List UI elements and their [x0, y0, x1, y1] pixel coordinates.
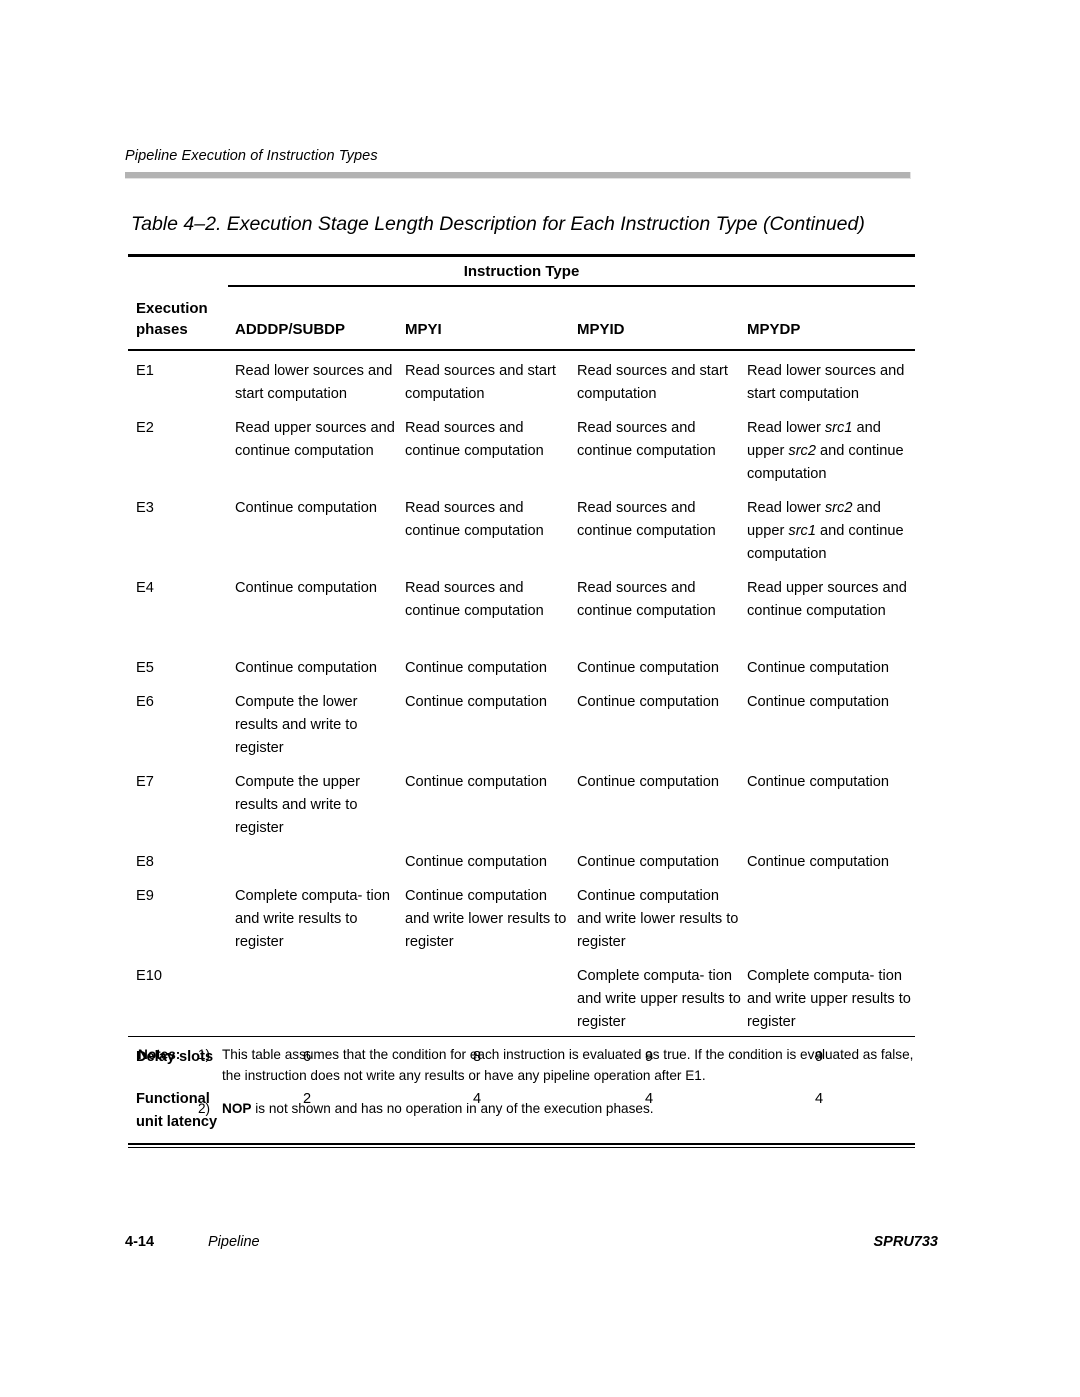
footer-section-title: Pipeline	[208, 1234, 260, 1250]
column-header-phases-line1: Execution	[136, 300, 208, 317]
note-marker: 2)	[198, 1101, 211, 1116]
cell-mpydp: Continue computation	[747, 854, 889, 870]
note-text: This table assumes that the condition fo…	[222, 1047, 914, 1083]
cell-adddp-subdp: Continue computation	[235, 660, 377, 676]
table-notes: Notes: 1) This table assumes that the co…	[128, 1044, 928, 1119]
cell-mpyid: Read sources and continue computation	[577, 580, 716, 620]
cell-phase: E8	[136, 854, 154, 870]
cell-adddp-subdp: Continue computation	[235, 500, 377, 516]
cell-mpyid: Complete computa- tion and write upper r…	[577, 968, 741, 1031]
cell-phase: E6	[136, 694, 154, 710]
table-row: E1 Read lower sources and start computat…	[128, 351, 915, 408]
column-header-phases: Execution phases	[136, 298, 232, 340]
note-item: 1) This table assumes that the condition…	[198, 1044, 928, 1086]
table-row: E6 Compute the lower results and write t…	[128, 682, 915, 762]
cell-mpyid: Continue computation	[577, 694, 719, 710]
cell-adddp-subdp: Read upper sources and continue computat…	[235, 420, 395, 460]
cell-mpyi: Continue computation	[405, 694, 547, 710]
cell-mpydp: Complete computa- tion and write upper r…	[747, 968, 911, 1031]
table-caption: Table 4–2. Execution Stage Length Descri…	[131, 213, 865, 235]
cell-mpydp: Continue computation	[747, 660, 889, 676]
cell-mpyid: Continue computation	[577, 854, 719, 870]
cell-adddp-subdp: Complete computa- tion and write results…	[235, 888, 390, 951]
running-head-divider	[125, 172, 911, 179]
cell-mpydp: Read lower src2 and upper src1 and conti…	[747, 500, 904, 563]
column-header-adddp-subdp: ADDDP/SUBDP	[235, 321, 346, 338]
cell-mpyi: Continue computation	[405, 660, 547, 676]
table-row: E7 Compute the upper results and write t…	[128, 762, 915, 842]
table-column-header: Execution phases ADDDP/SUBDP MPYI MPYID …	[128, 291, 915, 349]
table-row: E8 Continue computation Continue computa…	[128, 842, 915, 876]
cell-phase: E9	[136, 888, 154, 904]
cell-phase: E4	[136, 580, 154, 596]
cell-adddp-subdp: Compute the lower results and write to r…	[235, 694, 358, 757]
cell-mpyi: Read sources and start computation	[405, 363, 556, 403]
page-number: 4-14	[125, 1234, 155, 1250]
cell-mpydp: Continue computation	[747, 694, 889, 710]
table-row: E10 Complete computa- tion and write upp…	[128, 956, 915, 1036]
cell-phase: E5	[136, 660, 154, 676]
table-span-header: Instruction Type	[128, 257, 915, 291]
instruction-type-rule	[228, 285, 915, 287]
cell-mpyid: Continue computation	[577, 660, 719, 676]
cell-mpyi: Continue computation and write lower res…	[405, 888, 567, 951]
cell-phase: E1	[136, 363, 154, 379]
cell-mpyid: Continue computation	[577, 774, 719, 790]
table-bottom-rule-thin	[128, 1147, 915, 1148]
cell-mpyid: Read sources and continue computation	[577, 420, 716, 460]
running-head: Pipeline Execution of Instruction Types	[125, 148, 378, 164]
cell-mpyi: Read sources and continue computation	[405, 500, 544, 540]
cell-adddp-subdp: Read lower sources and start computation	[235, 363, 393, 403]
cell-phase: E2	[136, 420, 154, 436]
table-row: E9 Complete computa- tion and write resu…	[128, 876, 915, 956]
column-header-mpyid: MPYID	[577, 321, 625, 338]
cell-mpyi: Continue computation	[405, 774, 547, 790]
footer-document-id: SPRU733	[873, 1234, 938, 1250]
cell-mpyi: Read sources and continue computation	[405, 580, 544, 620]
table-row: E2 Read upper sources and continue compu…	[128, 408, 915, 488]
table-row: E5 Continue computation Continue computa…	[128, 648, 915, 682]
cell-phase: E7	[136, 774, 154, 790]
cell-mpyi: Continue computation	[405, 854, 547, 870]
cell-mpydp: Read lower src1 and upper src2 and conti…	[747, 420, 904, 483]
cell-adddp-subdp: Continue computation	[235, 580, 377, 596]
cell-mpydp: Read lower sources and start computation	[747, 363, 905, 403]
instruction-type-label: Instruction Type	[463, 263, 580, 280]
table-row: E3 Continue computation Read sources and…	[128, 488, 915, 568]
note-text: NOP is not shown and has no operation in…	[222, 1101, 654, 1116]
table-row: E4 Continue computation Read sources and…	[128, 568, 915, 648]
cell-mpydp: Continue computation	[747, 774, 889, 790]
cell-mpyi: Read sources and continue computation	[405, 420, 544, 460]
note-item: 2) NOP is not shown and has no operation…	[198, 1098, 928, 1119]
cell-adddp-subdp: Compute the upper results and write to r…	[235, 774, 360, 837]
cell-mpyid: Read sources and start computation	[577, 363, 728, 403]
cell-mpydp: Read upper sources and continue computat…	[747, 580, 907, 620]
cell-mpyid: Continue computation and write lower res…	[577, 888, 739, 951]
table-bottom-rule-thick	[128, 1143, 915, 1145]
cell-phase: E3	[136, 500, 154, 516]
page-footer: 4-14 Pipeline SPRU733	[0, 1234, 1080, 1256]
column-header-phases-line2: phases	[136, 321, 188, 338]
notes-label: Notes:	[138, 1047, 181, 1062]
note-marker: 1)	[198, 1047, 211, 1062]
execution-stage-table: Instruction Type Execution phases ADDDP/…	[128, 254, 915, 1148]
table-bottom-rules	[128, 1143, 915, 1148]
column-header-mpydp: MPYDP	[747, 321, 801, 338]
cell-phase: E10	[136, 968, 162, 984]
column-header-mpyi: MPYI	[405, 321, 442, 338]
cell-mpyid: Read sources and continue computation	[577, 500, 716, 540]
